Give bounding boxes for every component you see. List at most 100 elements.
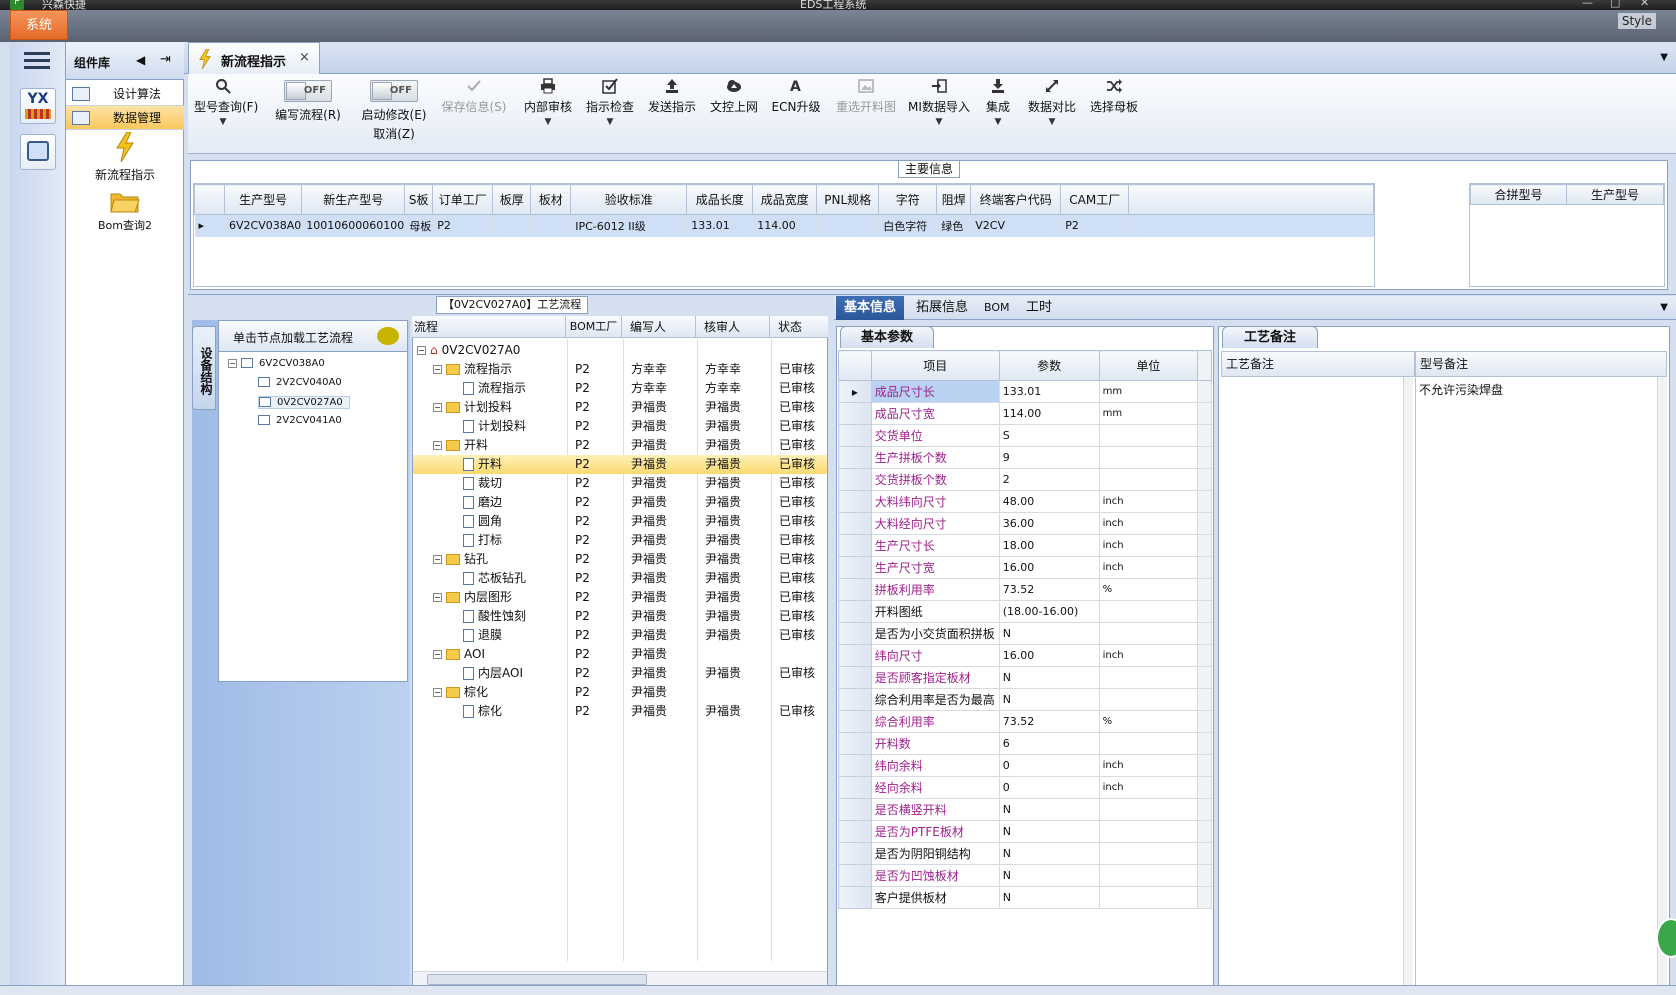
- table-cell[interactable]: [492, 214, 532, 237]
- param-value-cell[interactable]: 16.00: [998, 556, 1100, 579]
- flow-tree-row[interactable]: 开料 P2 尹福贵 尹福贵 已审核: [413, 455, 827, 474]
- nav-item-design-algorithm[interactable]: 设计算法: [66, 82, 184, 106]
- param-row[interactable]: 开料数 6: [838, 732, 1212, 755]
- param-value-cell[interactable]: 0: [998, 776, 1100, 799]
- flow-tree-row[interactable]: − 内层图形 P2 尹福贵 尹福贵 已审核: [413, 588, 827, 607]
- param-row[interactable]: 成品尺寸宽 114.00 mm: [838, 402, 1212, 425]
- flow-tree-row[interactable]: 内层AOI P2 尹福贵 尹福贵 已审核: [413, 664, 827, 683]
- yx-module-icon[interactable]: YX: [20, 88, 56, 124]
- column-header[interactable]: 成品宽度: [752, 184, 818, 215]
- param-row[interactable]: 生产尺寸宽 16.00 inch: [838, 556, 1212, 579]
- table-cell[interactable]: 母板: [404, 214, 434, 237]
- param-value-cell[interactable]: 6: [998, 732, 1100, 755]
- save-info-button[interactable]: 保存信息(S): [440, 78, 508, 115]
- dropdown-arrow-icon[interactable]: ▼: [978, 117, 1018, 127]
- param-row[interactable]: 是否为阴阳铜结构 N: [838, 842, 1212, 865]
- param-row[interactable]: 纬向尺寸 16.00 inch: [838, 644, 1212, 667]
- column-header[interactable]: BOM工厂: [566, 316, 622, 338]
- param-value-cell[interactable]: N: [998, 842, 1100, 865]
- collapse-toggle-icon[interactable]: −: [417, 346, 426, 355]
- scrollbar-thumb[interactable]: [427, 974, 647, 985]
- dropdown-arrow-icon[interactable]: ▼: [1022, 117, 1082, 127]
- flow-tree-row[interactable]: 芯板钻孔 P2 尹福贵 尹福贵 已审核: [413, 569, 827, 588]
- param-value-cell[interactable]: N: [998, 666, 1100, 689]
- param-row[interactable]: 拼板利用率 73.52%: [838, 578, 1212, 601]
- style-button[interactable]: Style: [1617, 13, 1656, 29]
- table-cell[interactable]: 133.01: [686, 214, 754, 237]
- param-value-cell[interactable]: 0: [998, 754, 1100, 777]
- param-value-cell[interactable]: N: [998, 688, 1100, 711]
- column-header[interactable]: 单位: [1098, 350, 1199, 381]
- flow-tree-row[interactable]: 打标 P2 尹福贵 尹福贵 已审核: [413, 531, 827, 550]
- table-cell[interactable]: 白色字符: [878, 214, 938, 237]
- dropdown-arrow-icon[interactable]: ▼: [906, 117, 972, 127]
- column-header[interactable]: 板材: [530, 184, 572, 215]
- model-query-button[interactable]: 型号查询(F) ▼: [194, 78, 258, 127]
- integrate-button[interactable]: 集成 ▼: [978, 78, 1018, 127]
- column-header[interactable]: 字符: [878, 184, 938, 215]
- toggle-switch[interactable]: OFF: [284, 80, 332, 102]
- tree-node-root[interactable]: −6V2CV038A0: [228, 358, 325, 369]
- collapse-toggle-icon[interactable]: −: [433, 650, 442, 659]
- tile-bom-query[interactable]: Bom查询2: [66, 190, 184, 234]
- flow-tree-row[interactable]: 圆角 P2 尹福贵 尹福贵 已审核: [413, 512, 827, 531]
- flow-tree-row[interactable]: 棕化 P2 尹福贵 尹福贵 已审核: [413, 702, 827, 721]
- mi-data-import-button[interactable]: MI数据导入 ▼: [906, 78, 972, 127]
- table-cell[interactable]: P2: [432, 214, 494, 237]
- collapse-toggle-icon[interactable]: −: [433, 441, 442, 450]
- param-row[interactable]: 大料纬向尺寸 48.00 inch: [838, 490, 1212, 513]
- flow-tree-row[interactable]: − 钻孔 P2 尹福贵 尹福贵 已审核: [413, 550, 827, 569]
- table-row[interactable]: ▸ 6V2CV038A0 10010600060100 母板 P2 IPC-60…: [194, 214, 1374, 237]
- flow-tree-row[interactable]: 计划投料 P2 尹福贵 尹福贵 已审核: [413, 417, 827, 436]
- param-value-cell[interactable]: N: [998, 622, 1100, 645]
- param-value-cell[interactable]: 16.00: [998, 644, 1100, 667]
- cancel-label[interactable]: 取消(Z): [358, 125, 430, 142]
- internal-review-button[interactable]: 内部审核 ▼: [520, 78, 576, 127]
- column-header[interactable]: S板: [404, 184, 434, 215]
- param-row[interactable]: 生产尺寸长 18.00 inch: [838, 534, 1212, 557]
- param-value-cell[interactable]: (18.00-16.00): [998, 600, 1100, 623]
- column-header[interactable]: 生产型号: [223, 184, 303, 215]
- column-header[interactable]: 核审人: [696, 316, 770, 338]
- minimize-button[interactable]: —: [1582, 0, 1593, 9]
- param-value-cell[interactable]: 48.00: [998, 490, 1100, 513]
- column-header[interactable]: 状态: [770, 316, 826, 338]
- column-header[interactable]: 生产型号: [1566, 184, 1664, 205]
- flow-tree-row[interactable]: 裁切 P2 尹福贵 尹福贵 已审核: [413, 474, 827, 493]
- table-cell[interactable]: 114.00: [752, 214, 818, 237]
- dropdown-arrow-icon[interactable]: ▼: [582, 117, 638, 127]
- hamburger-menu-icon[interactable]: [24, 50, 50, 70]
- vertical-scrollbar[interactable]: [1657, 377, 1667, 985]
- param-row[interactable]: 交货单位 S: [838, 424, 1212, 447]
- param-row[interactable]: ▸ 成品尺寸长 133.01 mm: [838, 380, 1212, 403]
- column-header[interactable]: 新生产型号: [301, 184, 406, 215]
- nav-item-data-management[interactable]: 数据管理: [66, 106, 184, 130]
- param-row[interactable]: 经向余料 0 inch: [838, 776, 1212, 799]
- param-value-cell[interactable]: N: [998, 886, 1100, 909]
- collapse-toggle-icon[interactable]: −: [433, 593, 442, 602]
- param-value-cell[interactable]: 114.00: [998, 402, 1100, 425]
- param-value-cell[interactable]: 73.52: [998, 710, 1100, 733]
- close-window-button[interactable]: ✕: [1640, 0, 1649, 9]
- table-cell[interactable]: V2CV: [970, 214, 1062, 237]
- column-header[interactable]: 项目: [870, 350, 1000, 381]
- tab-list-dropdown-icon[interactable]: ▼: [1660, 302, 1668, 313]
- column-header[interactable]: 合拼型号: [1470, 184, 1567, 205]
- param-value-cell[interactable]: 2: [998, 468, 1100, 491]
- column-header[interactable]: 型号备注: [1415, 351, 1667, 377]
- param-row[interactable]: 是否为凹蚀板材 N: [838, 864, 1212, 887]
- flow-tree-row[interactable]: − 计划投料 P2 尹福贵 尹福贵 已审核: [413, 398, 827, 417]
- column-header[interactable]: 板厚: [492, 184, 532, 215]
- param-row[interactable]: 是否顾客指定板材 N: [838, 666, 1212, 689]
- flow-tree-row[interactable]: 流程指示 P2 方幸幸 方幸幸 已审核: [413, 379, 827, 398]
- table-cell[interactable]: P2: [1060, 214, 1130, 237]
- collapse-toggle-icon[interactable]: −: [433, 688, 442, 697]
- tab-process-notes[interactable]: 工艺备注: [1222, 326, 1318, 348]
- collapse-toggle-icon[interactable]: −: [433, 403, 442, 412]
- column-header[interactable]: 工艺备注: [1221, 351, 1415, 377]
- collapse-toggle-icon[interactable]: −: [433, 365, 442, 374]
- process-note-field[interactable]: [1221, 377, 1403, 985]
- close-tab-icon[interactable]: ×: [299, 50, 310, 65]
- param-row[interactable]: 是否为PTFE板材 N: [838, 820, 1212, 843]
- flow-tree-row[interactable]: 酸性蚀刻 P2 尹福贵 尹福贵 已审核: [413, 607, 827, 626]
